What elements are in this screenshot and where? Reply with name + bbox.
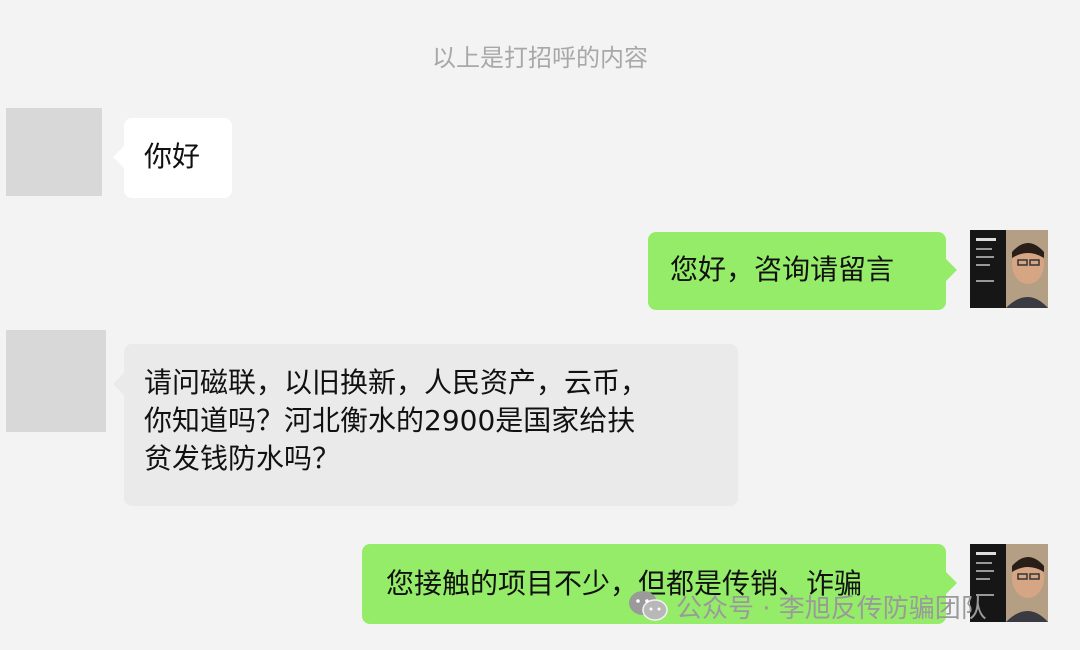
watermark: 公众号 · 李旭反传防骗团队	[628, 588, 987, 624]
message-text-line: 你知道吗？河北衡水的2900是国家给扶	[144, 404, 636, 437]
bubble-tail	[946, 259, 957, 281]
message-bubble[interactable]: 你好	[124, 118, 232, 198]
bubble-tail	[113, 373, 124, 395]
bubble-tail	[113, 146, 124, 168]
avatar[interactable]	[970, 230, 1048, 308]
watermark-text: 公众号 · 李旭反传防骗团队	[676, 593, 987, 624]
message-text-line: 贫发钱防水吗？	[144, 442, 341, 475]
wechat-icon	[629, 591, 668, 621]
message-bubble[interactable]: 请问磁联，以旧换新，人民资产，云币， 你知道吗？河北衡水的2900是国家给扶 贫…	[124, 344, 738, 506]
user-photo-icon	[970, 230, 1048, 308]
message-text: 你好	[144, 140, 201, 173]
message-bubble[interactable]: 您好，咨询请留言	[648, 232, 946, 310]
message-text-line: 请问磁联，以旧换新，人民资产，云币，	[144, 366, 649, 399]
avatar[interactable]	[6, 108, 102, 196]
system-note: 以上是打招呼的内容	[432, 44, 648, 72]
message-text: 您好，咨询请留言	[670, 253, 895, 286]
avatar[interactable]	[6, 330, 106, 432]
